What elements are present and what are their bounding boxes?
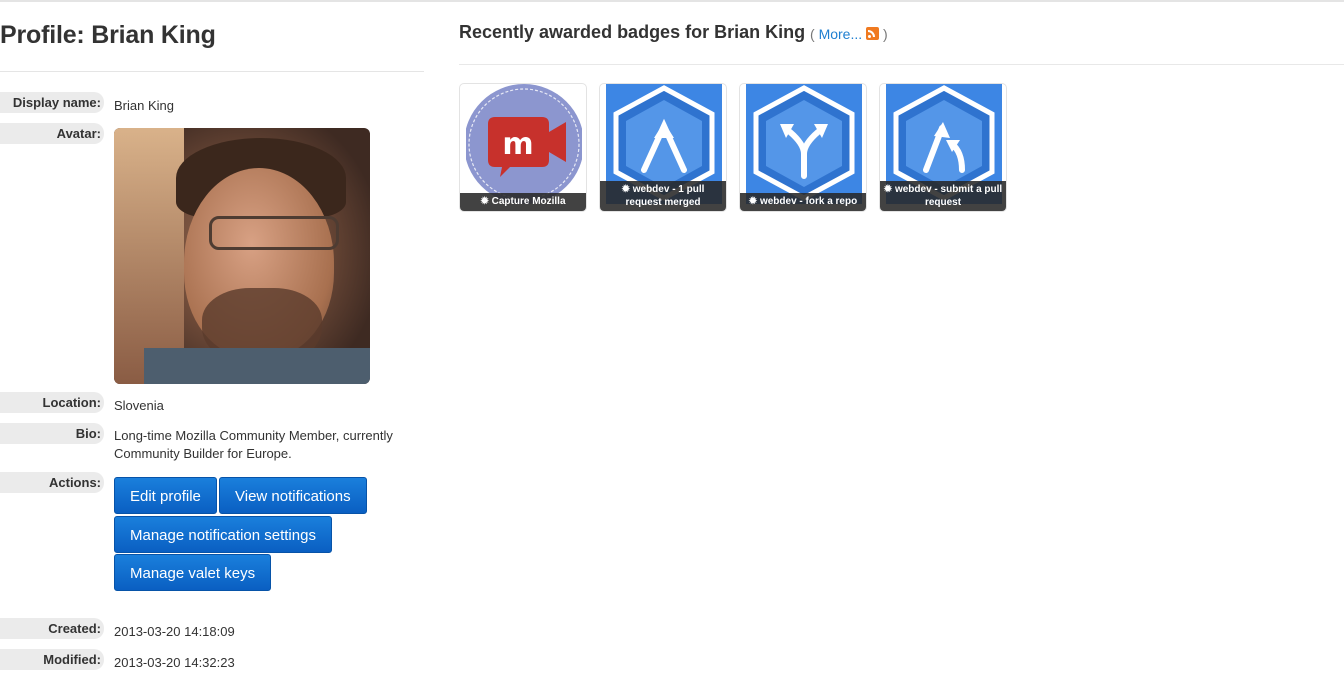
bio-label: Bio: [0, 423, 104, 444]
badge-capture-mozilla[interactable]: m ✹ Capture Mozilla [459, 83, 587, 212]
badge-caption: ✹ webdev - fork a repo [740, 193, 866, 211]
modified-label: Modified: [0, 649, 104, 670]
top-border [0, 0, 1344, 2]
location-value: Slovenia [114, 398, 164, 413]
manage-valet-keys-button[interactable]: Manage valet keys [114, 554, 272, 591]
actions-label: Actions: [0, 472, 104, 493]
open-paren: ( [810, 26, 815, 42]
rss-icon[interactable] [866, 27, 880, 40]
created-label: Created: [0, 618, 104, 639]
modified-value: 2013-03-20 14:32:23 [114, 655, 235, 670]
more-badges-link[interactable]: More... [819, 26, 863, 42]
mozilla-camera-badge-icon: m [466, 84, 582, 204]
manage-notification-settings-button[interactable]: Manage notification settings [114, 516, 332, 553]
badge-caption: ✹ webdev - submit a pull request [880, 181, 1006, 211]
svg-text:m: m [502, 127, 533, 162]
avatar [114, 128, 370, 384]
display-name-label: Display name: [0, 92, 104, 113]
bio-value: Long-time Mozilla Community Member, curr… [114, 428, 393, 461]
fork-arrows-badge-icon [746, 84, 862, 204]
badges-heading: Recently awarded badges for Brian King [459, 22, 806, 42]
title-divider [0, 71, 424, 72]
badges-divider [459, 64, 1344, 65]
created-value: 2013-03-20 14:18:09 [114, 624, 235, 639]
view-notifications-button[interactable]: View notifications [219, 477, 367, 514]
badge-caption: ✹ webdev - 1 pull request merged [600, 181, 726, 211]
edit-profile-button[interactable]: Edit profile [114, 477, 217, 514]
more-links: ( More... ) [810, 26, 888, 42]
badge-fork-a-repo[interactable]: ✹ webdev - fork a repo [739, 83, 867, 212]
badge-submit-pull-request[interactable]: ✹ webdev - submit a pull request [879, 83, 1007, 212]
avatar-label: Avatar: [0, 123, 104, 144]
page-title: Profile: Brian King [0, 21, 216, 49]
badge-pull-request-merged[interactable]: ✹ webdev - 1 pull request merged [599, 83, 727, 212]
badge-caption: ✹ Capture Mozilla [460, 193, 586, 211]
location-label: Location: [0, 392, 104, 413]
display-name-value: Brian King [114, 98, 174, 113]
close-paren: ) [883, 26, 888, 42]
